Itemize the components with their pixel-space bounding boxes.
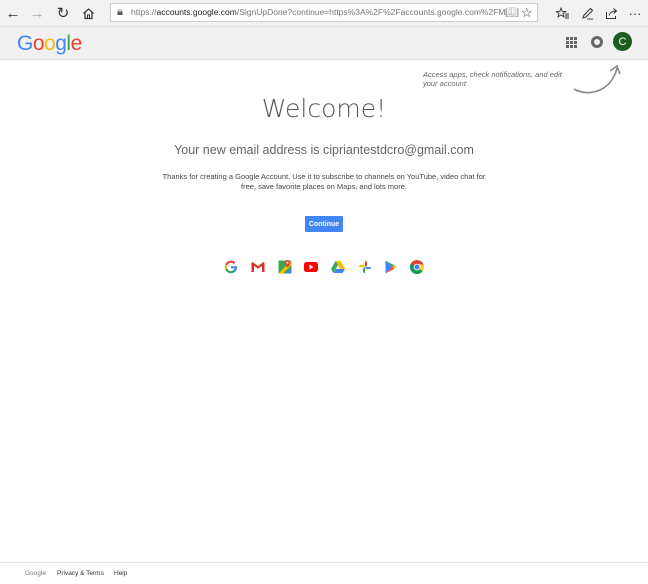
more-dots-icon: ··· — [628, 5, 642, 21]
home-button[interactable] — [77, 2, 99, 24]
lock-icon: 🔒︎ — [117, 6, 123, 18]
page-title: Welcome! — [261, 94, 387, 123]
address-bar[interactable]: 🔒︎ https://accounts.google.com/SignUpDon… — [110, 3, 538, 22]
url-text: https://accounts.google.com/SignUpDone?c… — [131, 7, 507, 17]
tip-arrow-icon — [573, 64, 621, 94]
chrome-icon[interactable] — [409, 259, 425, 275]
share-icon — [605, 7, 617, 19]
logo-letter: G — [17, 32, 33, 55]
forward-button[interactable]: → — [26, 2, 48, 24]
favorites-hub-icon — [556, 6, 569, 18]
favorites-hub-button[interactable] — [552, 2, 574, 24]
logo-letter: g — [55, 32, 67, 55]
pen-icon — [581, 7, 593, 19]
new-email-message: Your new email address is cipriantestdcr… — [174, 143, 474, 157]
apps-grid-icon[interactable] — [566, 37, 577, 48]
youtube-icon[interactable] — [303, 259, 319, 275]
drive-icon[interactable] — [330, 259, 346, 275]
continue-button[interactable]: Continue — [305, 216, 343, 232]
refresh-button[interactable]: ↻ — [52, 2, 74, 24]
footer: Google Privacy & Terms Help — [0, 562, 648, 584]
maps-icon[interactable] — [277, 259, 293, 275]
footer-help-link[interactable]: Help — [114, 570, 127, 577]
google-header: Google C — [0, 27, 648, 60]
web-note-button[interactable] — [576, 2, 598, 24]
share-button[interactable] — [600, 2, 622, 24]
account-tip: Access apps, check notifications, and ed… — [423, 70, 562, 88]
back-arrow-icon: ← — [5, 4, 21, 22]
google-search-icon[interactable] — [223, 259, 239, 275]
refresh-icon: ↻ — [56, 4, 70, 22]
favorite-star-icon[interactable]: ☆ — [521, 5, 533, 21]
photos-icon[interactable] — [357, 259, 373, 275]
play-store-icon[interactable] — [383, 259, 399, 275]
logo-letter: e — [70, 32, 83, 55]
home-icon — [82, 7, 94, 19]
footer-google: Google — [25, 570, 46, 577]
logo-letter: o — [44, 32, 56, 55]
thanks-text: Thanks for creating a Google Account. Us… — [162, 172, 486, 191]
logo-letter: o — [32, 32, 45, 55]
reading-view-icon[interactable]: 📖︎ — [505, 6, 519, 19]
google-logo[interactable]: Google — [17, 32, 82, 56]
more-button[interactable]: ··· — [624, 2, 646, 24]
back-button[interactable]: ← — [2, 2, 24, 24]
gmail-icon[interactable] — [250, 259, 266, 275]
notifications-icon[interactable] — [591, 36, 603, 48]
footer-privacy-link[interactable]: Privacy & Terms — [57, 570, 104, 577]
forward-arrow-icon: → — [29, 4, 45, 22]
browser-toolbar: ← → ↻ 🔒︎ https://accounts.google.com/Sig… — [0, 0, 648, 27]
avatar[interactable]: C — [613, 32, 632, 51]
